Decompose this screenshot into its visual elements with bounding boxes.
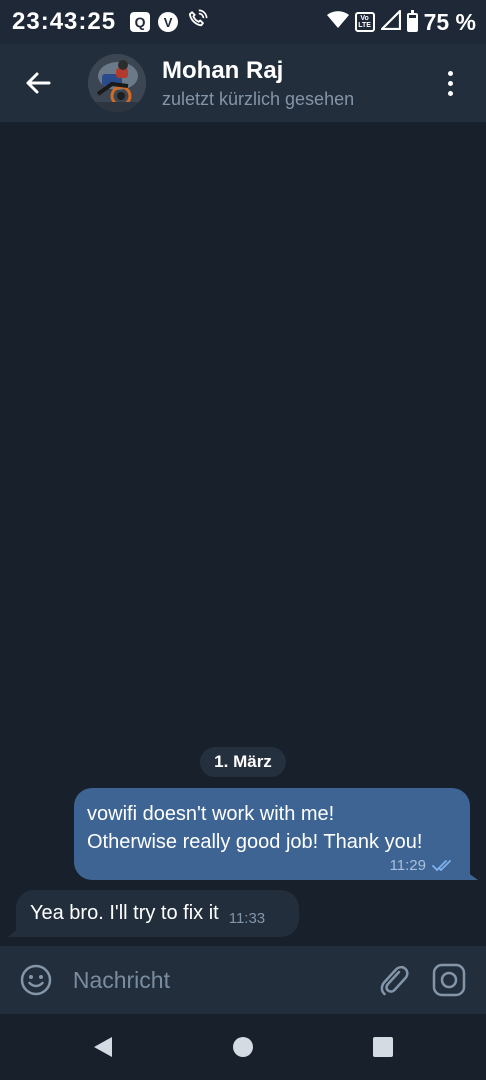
message-time: 11:33 xyxy=(228,910,266,927)
more-options-button[interactable] xyxy=(430,53,470,113)
battery-icon xyxy=(406,9,418,32)
system-navigation-bar xyxy=(0,1014,486,1080)
message-text-line: vowifi doesn't work with me! xyxy=(87,803,335,825)
cell-signal-icon xyxy=(380,9,401,35)
attach-button[interactable] xyxy=(369,946,419,1014)
paperclip-icon xyxy=(380,965,409,996)
camera-button[interactable] xyxy=(419,946,480,1014)
volte-label-bottom: LTE xyxy=(358,22,371,29)
battery-percent: 75 % xyxy=(423,8,476,35)
v-app-icon: V xyxy=(158,12,179,32)
nav-recents-button[interactable] xyxy=(363,1027,403,1067)
smiley-icon xyxy=(21,964,52,996)
more-vertical-icon-dot xyxy=(447,80,453,86)
arrow-left-icon xyxy=(26,72,51,94)
message-input-bar xyxy=(0,946,486,1014)
square-recents-icon xyxy=(373,1037,393,1057)
status-system-icons: Vo LTE 75 % xyxy=(326,8,476,36)
instagram-camera-icon xyxy=(433,963,466,997)
nav-home-button[interactable] xyxy=(223,1027,263,1067)
circle-home-icon xyxy=(233,1037,253,1057)
q-app-icon: Q xyxy=(130,12,151,32)
message-input[interactable] xyxy=(72,946,369,1014)
contact-avatar[interactable] xyxy=(88,54,146,112)
wifi-calling-icon xyxy=(186,9,208,36)
message-meta: 11:29 xyxy=(390,857,456,874)
back-button[interactable] xyxy=(8,44,68,122)
chat-header: Mohan Raj zuletzt kürzlich gesehen xyxy=(0,44,486,122)
message-text-line: Otherwise really good job! Thank you! xyxy=(87,831,423,853)
emoji-button[interactable] xyxy=(0,946,73,1014)
volte-icon: Vo LTE xyxy=(354,12,375,32)
avatar-photo xyxy=(88,54,146,112)
outgoing-message-bubble[interactable]: vowifi doesn't work with me! Otherwise r… xyxy=(74,788,470,880)
message-time: 11:29 xyxy=(389,857,426,874)
volte-label-top: Vo xyxy=(360,15,369,22)
date-separator: 1. März xyxy=(200,747,286,777)
contact-last-seen: zuletzt kürzlich gesehen xyxy=(162,88,355,109)
triangle-back-icon xyxy=(94,1037,112,1057)
nav-back-button[interactable] xyxy=(83,1027,123,1067)
contact-name: Mohan Raj xyxy=(162,56,284,84)
more-vertical-icon-dot xyxy=(447,70,453,76)
contact-info[interactable]: Mohan Raj zuletzt kürzlich gesehen xyxy=(162,57,354,110)
more-vertical-icon-dot xyxy=(447,90,453,96)
double-check-icon xyxy=(432,859,451,871)
status-time: 23:43:25 xyxy=(12,8,117,35)
message-text: Yea bro. I'll try to fix it xyxy=(30,902,219,924)
battery-level-fill xyxy=(408,18,416,30)
status-bar: 23:43:25 Q V Vo LTE 75 % xyxy=(0,0,486,44)
incoming-bubble-tail xyxy=(8,927,20,937)
wifi-icon xyxy=(326,10,349,34)
incoming-message-bubble[interactable]: Yea bro. I'll try to fix it 11:33 xyxy=(16,890,299,937)
status-notification-icons: Q V xyxy=(130,9,208,36)
